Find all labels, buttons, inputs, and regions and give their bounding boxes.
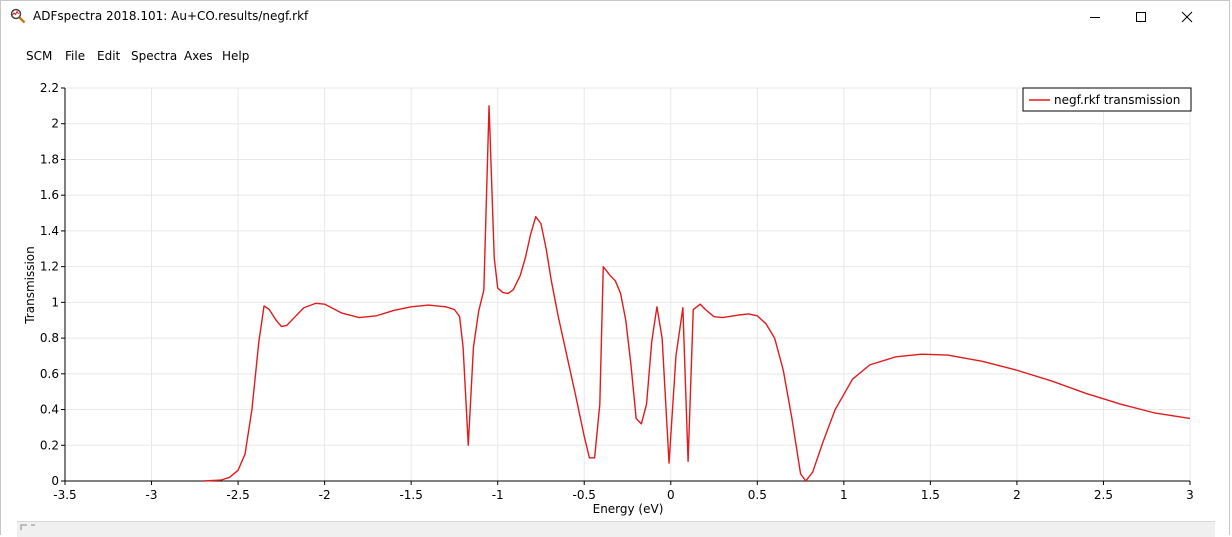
- legend[interactable]: negf.rkf transmission: [1022, 87, 1192, 112]
- menu-help[interactable]: Help: [222, 49, 249, 63]
- x-tick-label: -2: [319, 488, 331, 502]
- splitter-handle-icon[interactable]: [19, 521, 35, 531]
- x-tick-label: 2.5: [1094, 488, 1113, 502]
- menu-axes[interactable]: Axes: [184, 49, 213, 63]
- x-tick-label: -3.5: [53, 488, 76, 502]
- x-tick-label: -2.5: [226, 488, 249, 502]
- y-tick-label: 1.2: [40, 260, 59, 274]
- x-tick-label: 1.5: [921, 488, 940, 502]
- x-tick-label: -0.5: [573, 488, 596, 502]
- y-tick-label: 2.2: [40, 81, 59, 95]
- magnifier-spectrum-icon: [10, 8, 26, 24]
- y-tick-label: 0.8: [40, 331, 59, 345]
- x-tick-label: 0.5: [748, 488, 767, 502]
- x-tick-label: -1: [492, 488, 504, 502]
- y-tick-labels: 0 0.2 0.4 0.6 0.8 1 1.2 1.4 1.6 1.8 2 2.2: [40, 81, 59, 488]
- x-axis-label: Energy (eV): [593, 502, 664, 516]
- y-tick-label: 1.8: [40, 152, 59, 166]
- y-tick-label: 1.6: [40, 188, 59, 202]
- y-tick-label: 0.6: [40, 367, 59, 381]
- menu-edit[interactable]: Edit: [97, 49, 120, 63]
- x-tick-label: 0: [667, 488, 675, 502]
- menu-bar: SCM File Edit Spectra Axes Help: [1, 45, 1229, 69]
- status-bar: [17, 521, 1215, 537]
- close-icon: [1181, 11, 1193, 22]
- menu-file[interactable]: File: [65, 49, 85, 63]
- x-tick-label: 1: [840, 488, 848, 502]
- x-tick-labels: -3.5 -3 -2.5 -2 -1.5 -1 -0.5 0 0.5 1 1.5 2 2.5 3: [53, 488, 1194, 502]
- grid-lines: [64, 87, 1191, 482]
- window-title: ADFspectra 2018.101: Au+CO.results/negf.…: [33, 9, 309, 23]
- y-tick-label: 0.2: [40, 438, 59, 452]
- maximize-button[interactable]: [1118, 1, 1164, 32]
- y-tick-label: 2: [51, 117, 59, 131]
- y-tick-label: 0.4: [40, 403, 59, 417]
- menu-scm[interactable]: SCM: [26, 49, 52, 63]
- close-button[interactable]: [1164, 1, 1210, 32]
- app-window: ADFspectra 2018.101: Au+CO.results/negf.…: [0, 0, 1230, 537]
- title-bar[interactable]: ADFspectra 2018.101: Au+CO.results/negf.…: [1, 1, 1229, 32]
- y-axis-label: Transmission: [23, 246, 37, 325]
- x-tick-label: 2: [1013, 488, 1021, 502]
- maximize-icon: [1136, 11, 1146, 22]
- menu-spectra[interactable]: Spectra: [131, 49, 177, 63]
- legend-entry: negf.rkf transmission: [1054, 93, 1180, 107]
- x-tick-label: 3: [1186, 488, 1194, 502]
- axes: [61, 87, 1191, 485]
- minimize-button[interactable]: [1072, 1, 1118, 32]
- y-tick-label: 1.4: [40, 224, 59, 238]
- y-tick-label: 0: [51, 474, 59, 488]
- minimize-icon: [1090, 16, 1100, 18]
- spectrum-plot[interactable]: -3.5 -3 -2.5 -2 -1.5 -1 -0.5 0 0.5 1 1.5 2 2.5 3 0 0.2…: [1, 69, 1229, 521]
- series-line-0[interactable]: [203, 105, 1191, 482]
- y-tick-label: 1: [51, 295, 59, 309]
- x-tick-label: -1.5: [399, 488, 422, 502]
- series-layer: [203, 105, 1191, 482]
- x-tick-label: -3: [146, 488, 158, 502]
- transmission-chart[interactable]: -3.5 -3 -2.5 -2 -1.5 -1 -0.5 0 0.5 1 1.5 2 2.5 3 0 0.2…: [1, 69, 1229, 521]
